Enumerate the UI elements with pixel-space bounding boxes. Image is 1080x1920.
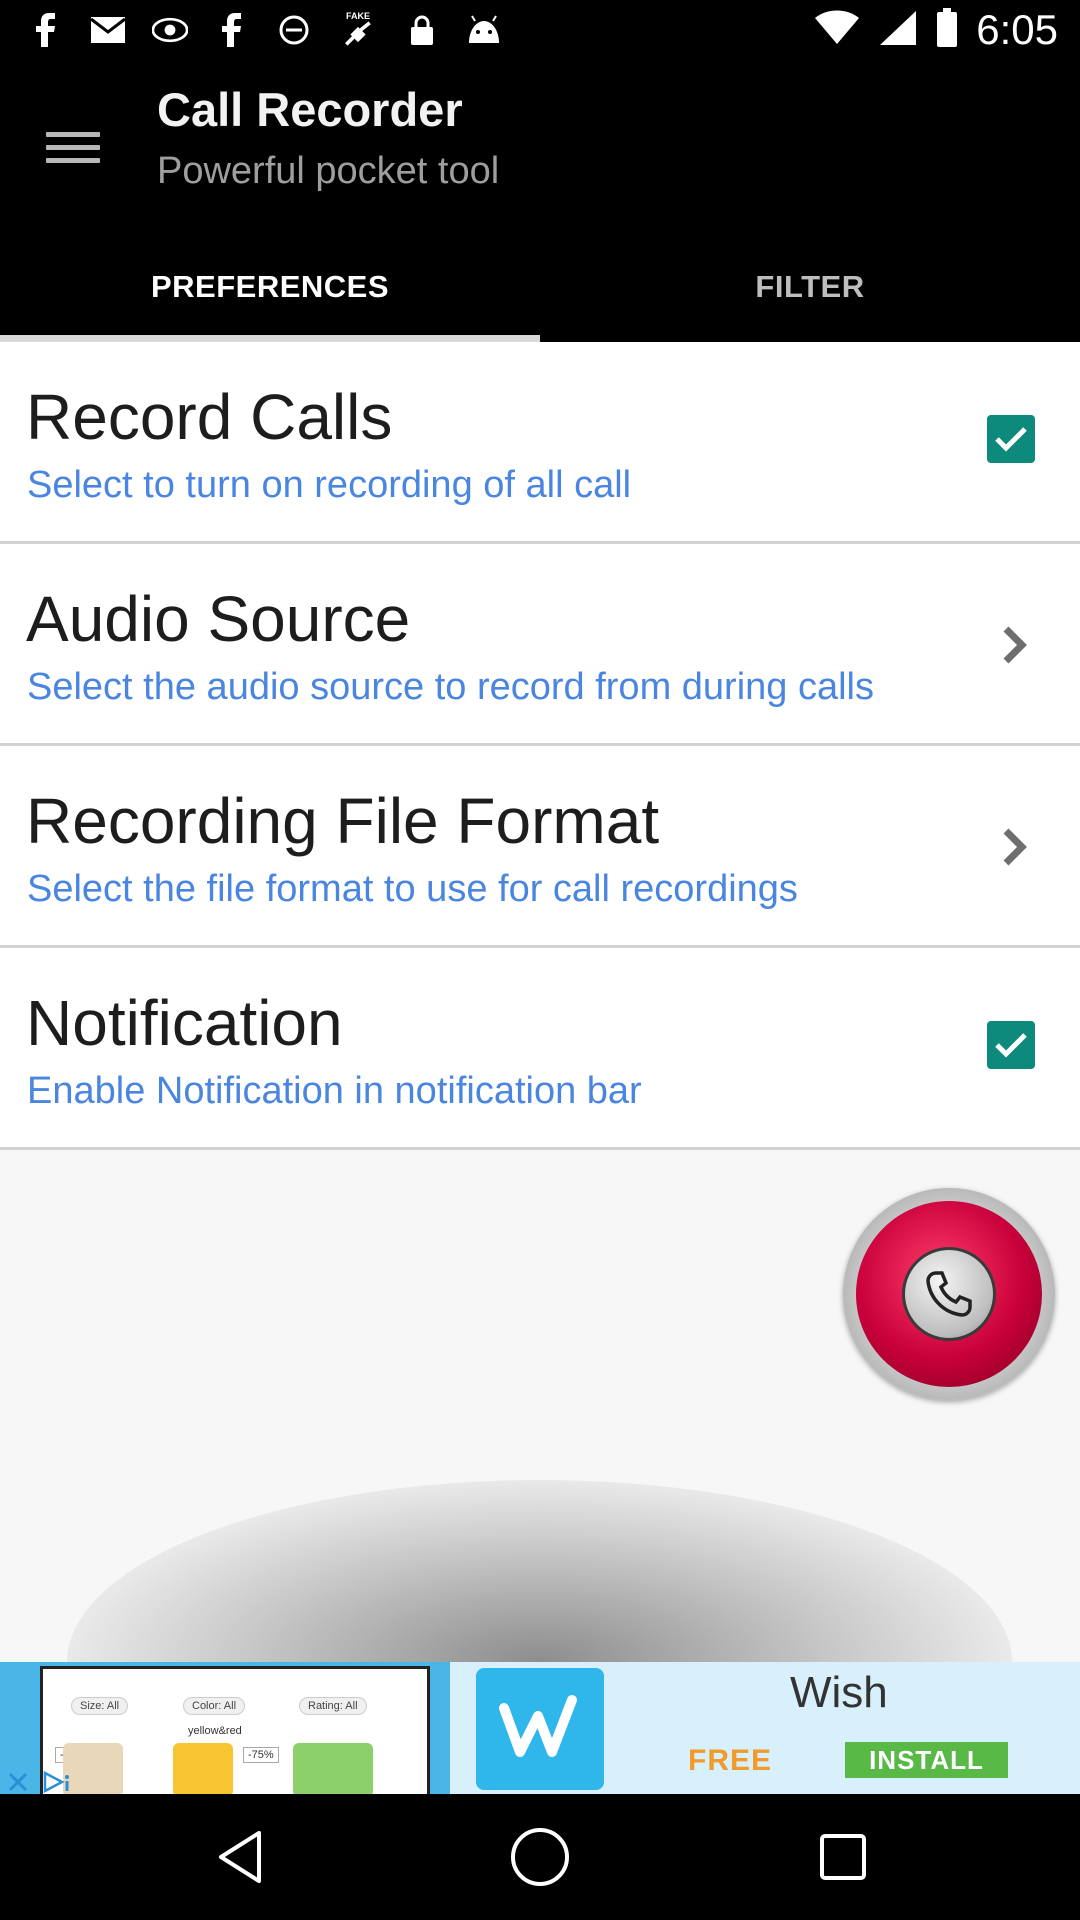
fake-gps-label: FAKE (345, 11, 370, 21)
app-subtitle: Powerful pocket tool (157, 150, 500, 192)
battery-icon (936, 7, 958, 53)
clock: 6:05 (976, 6, 1058, 53)
status-bar: FAKE 6:05 (0, 0, 1080, 62)
pref-title: Notification (26, 987, 343, 1059)
tab-preferences[interactable]: PREFERENCES (0, 232, 540, 342)
blocked-icon (276, 12, 312, 48)
facebook-icon (214, 12, 250, 48)
lock-icon (404, 12, 440, 48)
pref-audio-source[interactable]: Audio Source Select the audio source to … (0, 544, 1080, 746)
check-icon (995, 427, 1027, 452)
ad-close-icon[interactable] (6, 1770, 30, 1794)
ad-filter-chip: Rating: All (299, 1697, 367, 1715)
tab-bar: PREFERENCES FILTER (0, 232, 1080, 342)
recents-icon[interactable] (808, 1822, 878, 1892)
ad-choices-icon[interactable] (42, 1770, 72, 1794)
gmail-icon (90, 12, 126, 48)
hamburger-menu-icon[interactable] (40, 114, 106, 180)
fake-gps-icon: FAKE (338, 12, 378, 48)
wish-logo-icon (476, 1668, 604, 1790)
tab-filter-label: FILTER (755, 269, 865, 304)
home-icon[interactable] (505, 1822, 575, 1892)
eye-icon (152, 12, 188, 48)
pref-summary: Select the audio source to record from d… (27, 666, 874, 708)
chevron-right-icon (990, 620, 1040, 670)
android-icon (466, 12, 502, 48)
ad-banner[interactable]: Size: All Color: All Rating: All yellow&… (0, 1662, 1080, 1794)
record-call-button[interactable] (843, 1188, 1055, 1400)
wifi-icon (814, 10, 860, 51)
preferences-list: Record Calls Select to turn on recording… (0, 342, 1080, 1662)
ad-product-text: yellow&red (188, 1725, 242, 1737)
back-icon[interactable] (205, 1822, 275, 1892)
pref-title: Recording File Format (26, 785, 660, 857)
pref-notification[interactable]: Notification Enable Notification in noti… (0, 948, 1080, 1150)
empty-area (0, 1150, 1080, 1662)
record-calls-checkbox[interactable] (987, 415, 1035, 463)
pref-recording-file-format[interactable]: Recording File Format Select the file fo… (0, 746, 1080, 948)
record-button-inner (856, 1201, 1042, 1387)
ad-product-image (63, 1743, 123, 1794)
app-title: Call Recorder (157, 83, 463, 136)
pref-summary: Select to turn on recording of all call (27, 464, 632, 506)
tab-indicator (0, 335, 540, 342)
ad-filter-chip: Size: All (71, 1697, 129, 1715)
notification-icons: FAKE (28, 12, 502, 48)
ad-product-image (173, 1743, 233, 1794)
ad-app-name: Wish (790, 1668, 888, 1717)
facebook-icon (28, 12, 64, 48)
navigation-bar (0, 1794, 1080, 1920)
tab-preferences-label: PREFERENCES (150, 269, 390, 304)
phone-icon (902, 1247, 996, 1341)
app-toolbar: Call Recorder Powerful pocket tool (0, 62, 1080, 232)
pref-title: Record Calls (26, 381, 393, 453)
decorative-shadow (67, 1480, 1012, 1662)
ad-phone-mockup: Size: All Color: All Rating: All yellow&… (40, 1666, 430, 1794)
check-icon (995, 1033, 1027, 1058)
pref-summary: Select the file format to use for call r… (27, 868, 798, 910)
tab-filter[interactable]: FILTER (540, 232, 1080, 342)
signal-icon (878, 9, 918, 52)
chevron-right-icon (990, 822, 1040, 872)
pref-title: Audio Source (26, 583, 411, 655)
ad-filter-chip: Color: All (183, 1697, 246, 1715)
ad-free-label: FREE (688, 1744, 773, 1777)
pref-record-calls[interactable]: Record Calls Select to turn on recording… (0, 342, 1080, 544)
ad-product-image (293, 1743, 373, 1794)
pref-summary: Enable Notification in notification bar (27, 1070, 642, 1112)
ad-discount-tag: -75% (243, 1747, 279, 1763)
notification-checkbox[interactable] (987, 1021, 1035, 1069)
ad-install-button[interactable]: INSTALL (845, 1742, 1008, 1778)
system-status: 6:05 (814, 6, 1058, 54)
